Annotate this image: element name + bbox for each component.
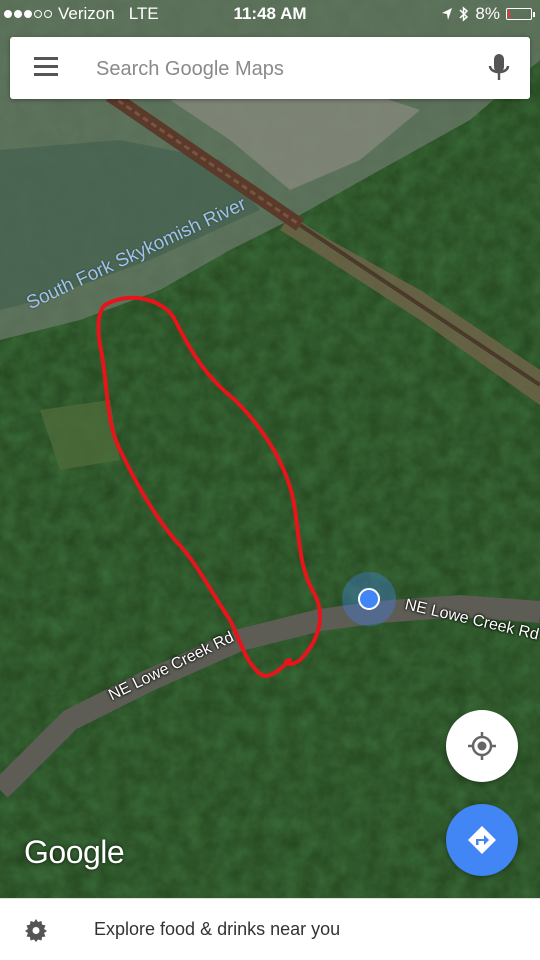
my-location-icon: [468, 732, 496, 760]
battery-icon: [506, 8, 535, 20]
battery-percent: 8%: [475, 4, 500, 23]
status-right: 8%: [441, 4, 535, 24]
current-location-dot: [358, 588, 380, 610]
my-location-button[interactable]: [446, 710, 518, 782]
search-input[interactable]: [94, 51, 478, 87]
explore-bar[interactable]: Explore food & drinks near you: [0, 898, 540, 960]
directions-button[interactable]: [446, 804, 518, 876]
location-arrow-icon: [442, 8, 453, 20]
hamburger-menu-icon[interactable]: [34, 57, 58, 77]
explore-text: Explore food & drinks near you: [94, 919, 341, 939]
bluetooth-icon: [459, 6, 469, 22]
google-logo: Google: [24, 834, 125, 870]
gear-icon: [25, 919, 47, 942]
search-bar[interactable]: [10, 37, 530, 99]
microphone-icon[interactable]: [486, 52, 512, 84]
directions-icon: [468, 826, 496, 854]
status-bar: Verizon LTE 11:48 AM 8%: [0, 0, 540, 28]
